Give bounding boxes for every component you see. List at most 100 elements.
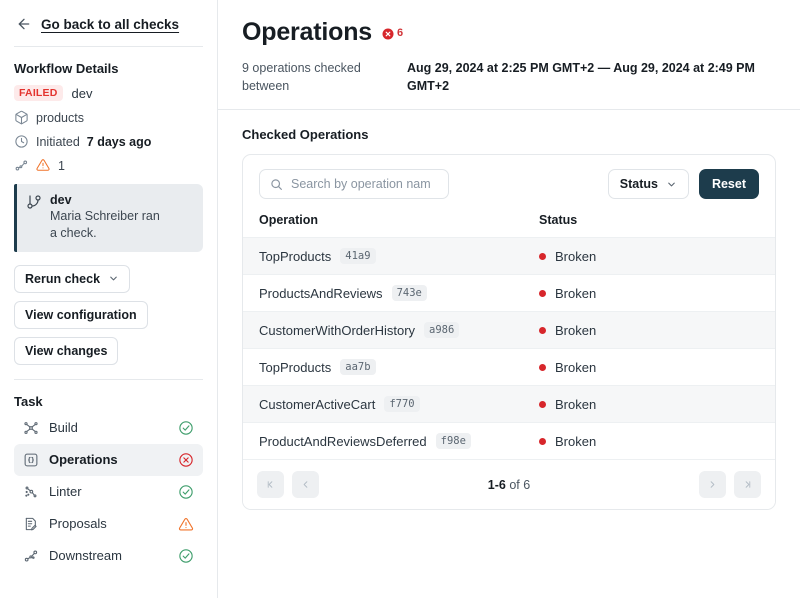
table-row[interactable]: ProductsAndReviews 743e Broken [243, 274, 775, 312]
operations-table-head: Operation Status [243, 209, 775, 238]
status-filter-dropdown[interactable]: Status [607, 169, 689, 199]
sidebar-item-label: Linter [49, 484, 82, 500]
pagination-total: 6 [523, 477, 531, 492]
check-author-text: Maria Schreiber ran a check. [50, 209, 160, 240]
warning-triangle-icon [36, 158, 51, 173]
table-row[interactable]: CustomerActiveCart f770 Broken [243, 385, 775, 423]
status-dot-icon [539, 437, 546, 445]
previous-page-button[interactable] [292, 471, 319, 498]
box-icon [14, 110, 29, 125]
graph-name-row: products [14, 110, 203, 125]
status-cell: Broken [523, 312, 775, 349]
check-circle-icon [178, 420, 194, 436]
operation-hash: a986 [424, 322, 460, 338]
table-row[interactable]: TopProducts aa7b Broken [243, 348, 775, 386]
table-header-row: Operation Status [243, 209, 775, 238]
operation-name: TopProducts [259, 359, 332, 375]
chevron-down-icon [666, 179, 677, 190]
rerun-check-button[interactable]: Rerun check [14, 264, 131, 293]
page-title-row: Operations 6 [242, 18, 776, 47]
operation-cell: CustomerWithOrderHistory a986 [243, 312, 523, 349]
operation-cell: TopProducts 41a9 [243, 238, 523, 275]
status-cell: Broken [523, 386, 775, 423]
rerun-check-label: Rerun check [25, 271, 101, 286]
pagination-range: 1-6 [487, 477, 506, 492]
operations-table-body: TopProducts 41a9 Broken ProductsAndRevie… [243, 237, 775, 459]
status-badge: FAILED [14, 85, 63, 101]
operation-hash: aa7b [340, 359, 376, 375]
search-input[interactable] [291, 177, 438, 191]
main-header: Operations 6 9 operations checked betwee… [218, 0, 800, 110]
table-row[interactable]: ProductAndReviewsDeferred f98e Broken [243, 422, 775, 459]
clock-icon [14, 134, 29, 149]
warning-triangle-icon [178, 516, 194, 532]
operation-hash: f98e [435, 433, 471, 449]
status-dot-icon [539, 363, 546, 371]
workflow-status-line: FAILED dev [14, 85, 203, 101]
view-changes-button[interactable]: View changes [14, 336, 119, 365]
operations-card: Status Reset Operation Status [242, 154, 776, 510]
last-page-button[interactable] [734, 471, 761, 498]
error-circle-icon [178, 452, 194, 468]
go-back-link[interactable]: Go back to all checks [14, 14, 203, 32]
operation-cell: CustomerActiveCart f770 [243, 386, 523, 423]
error-count-value: 6 [396, 26, 404, 39]
downstream-icon [23, 548, 39, 564]
status-dot-icon [539, 400, 546, 408]
first-page-button[interactable] [257, 471, 284, 498]
go-back-label: Go back to all checks [41, 16, 180, 32]
operation-hash: 743e [391, 285, 427, 301]
main-body: Checked Operations Status [218, 110, 800, 598]
pagination-summary: 1-6 of 6 [327, 478, 691, 492]
next-page-button[interactable] [699, 471, 726, 498]
downstream-warning-count: 1 [58, 158, 65, 173]
reset-button[interactable]: Reset [698, 169, 759, 199]
operation-cell: TopProducts aa7b [243, 349, 523, 386]
check-circle-icon [178, 484, 194, 500]
sidebar-item-build[interactable]: Build [14, 412, 203, 444]
task-section-title: Task [14, 393, 43, 409]
search-box[interactable] [259, 169, 449, 199]
arrow-left-icon [16, 16, 32, 32]
status-label: Broken [555, 359, 597, 375]
sidebar-divider-top [14, 46, 203, 47]
downstream-icon [14, 158, 29, 173]
status-dot-icon [539, 326, 546, 334]
operation-name: CustomerWithOrderHistory [259, 322, 416, 338]
sidebar-item-label: Operations [49, 452, 118, 468]
sidebar-item-proposals[interactable]: Proposals [14, 508, 203, 540]
sidebar-item-operations[interactable]: Operations [14, 443, 203, 476]
status-dot-icon [539, 289, 546, 297]
time-range-text: Aug 29, 2024 at 2:25 PM GMT+2 — Aug 29, … [407, 61, 755, 93]
view-configuration-label: View configuration [25, 307, 137, 322]
check-circle-icon [178, 548, 194, 564]
column-header-operation: Operation [259, 213, 319, 227]
status-label: Broken [555, 396, 597, 412]
page-title: Operations [242, 18, 372, 46]
status-label: Broken [555, 433, 597, 449]
sidebar: Go back to all checks Workflow Details F… [0, 0, 218, 598]
status-label: Broken [555, 248, 597, 264]
workflow-branch-name: dev [71, 85, 93, 101]
operations-icon [23, 452, 39, 468]
sidebar-item-downstream[interactable]: Downstream [14, 540, 203, 572]
proposals-icon [23, 516, 39, 532]
operation-hash: 41a9 [340, 248, 376, 264]
downstream-warning-row: 1 [14, 158, 203, 173]
table-row[interactable]: TopProducts 41a9 Broken [243, 237, 775, 275]
build-icon [23, 420, 39, 436]
operations-toolbar: Status Reset [243, 155, 775, 209]
view-configuration-button[interactable]: View configuration [14, 300, 148, 329]
graph-name: products [36, 110, 84, 125]
error-count-badge: 6 [382, 27, 403, 39]
status-label: Broken [555, 285, 597, 301]
operation-name: ProductsAndReviews [259, 285, 383, 301]
pagination-of-label: of [509, 477, 520, 492]
sidebar-actions: Rerun check View configuration View chan… [14, 264, 203, 365]
status-cell: Broken [523, 275, 775, 312]
main-content: Operations 6 9 operations checked betwee… [218, 0, 800, 598]
sidebar-item-linter[interactable]: Linter [14, 476, 203, 508]
column-header-status: Status [539, 213, 578, 227]
table-row[interactable]: CustomerWithOrderHistory a986 Broken [243, 311, 775, 349]
task-list: Build Operations Linter Proposals Downst… [14, 412, 203, 572]
